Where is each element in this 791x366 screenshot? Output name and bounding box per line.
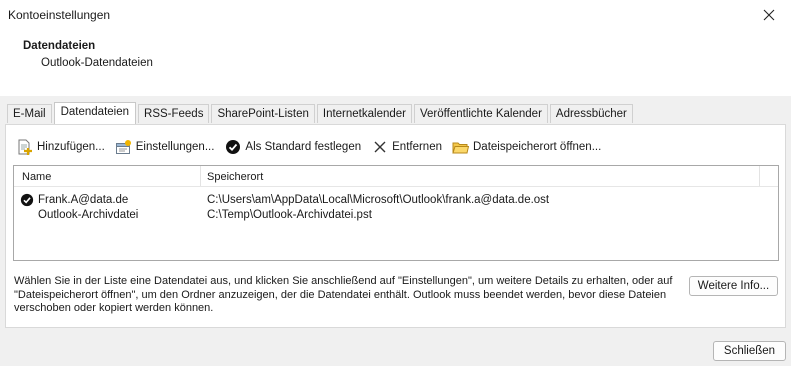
folder-icon — [452, 139, 469, 156]
file-name: Outlook-Archivdatei — [38, 209, 139, 221]
remove-button-label: Entfernen — [392, 141, 442, 153]
description-text: Wählen Sie in der Liste eine Datendatei … — [14, 275, 673, 314]
list-item[interactable]: Frank.A@data.de C:\Users\am\AppData\Loca… — [14, 193, 778, 208]
open-location-button-label: Dateispeicherort öffnen... — [473, 141, 602, 153]
file-name: Frank.A@data.de — [38, 194, 129, 206]
tab-internetkalender[interactable]: Internetkalender — [316, 104, 412, 123]
add-file-icon — [16, 139, 33, 156]
list-item[interactable]: Outlook-Archivdatei C:\Temp\Outlook-Arch… — [14, 208, 778, 223]
set-default-button[interactable]: Als Standard festlegen — [224, 139, 361, 156]
column-header-name[interactable]: Name — [22, 171, 51, 183]
tab-datendateien[interactable]: Datendateien — [53, 102, 137, 124]
add-button-label: Hinzufügen... — [37, 141, 105, 153]
list-header: Name Speicherort — [14, 166, 778, 187]
add-button[interactable]: Hinzufügen... — [16, 139, 105, 156]
tab-veroeffentlichte-kalender[interactable]: Veröffentlichte Kalender — [414, 104, 548, 123]
toolbar: Hinzufügen... Einstellungen... Als Stand… — [16, 137, 611, 157]
close-window-button[interactable] — [747, 0, 791, 30]
column-divider[interactable] — [759, 166, 760, 186]
more-info-button[interactable]: Weitere Info... — [689, 276, 778, 296]
open-location-button[interactable]: Dateispeicherort öffnen... — [452, 139, 601, 156]
tab-email[interactable]: E-Mail — [7, 104, 52, 123]
settings-button-label: Einstellungen... — [135, 141, 215, 153]
close-icon — [763, 9, 775, 21]
header-subtitle: Outlook-Datendateien — [41, 57, 153, 69]
remove-x-icon — [371, 139, 388, 156]
file-location: C:\Users\am\AppData\Local\Microsoft\Outl… — [207, 194, 550, 206]
window-title: Kontoeinstellungen — [8, 8, 111, 22]
tab-adressbuecher[interactable]: Adressbücher — [549, 104, 633, 123]
column-divider[interactable] — [200, 166, 201, 186]
tab-strip: E-Mail Datendateien RSS-Feeds SharePoint… — [7, 102, 635, 124]
default-check-icon — [20, 193, 34, 207]
settings-icon — [115, 139, 132, 156]
check-circle-icon — [224, 139, 241, 156]
data-file-list[interactable]: Name Speicherort Frank.A@data.de C:\User… — [13, 165, 779, 261]
tab-sharepoint-listen[interactable]: SharePoint-Listen — [211, 104, 315, 123]
dialog-header: Datendateien Outlook-Datendateien — [0, 30, 791, 96]
tab-rss-feeds[interactable]: RSS-Feeds — [138, 104, 210, 123]
file-location: C:\Temp\Outlook-Archivdatei.pst — [207, 209, 372, 221]
column-header-location[interactable]: Speicherort — [207, 171, 263, 183]
remove-button[interactable]: Entfernen — [371, 139, 442, 156]
settings-button[interactable]: Einstellungen... — [115, 139, 215, 156]
title-bar: Kontoeinstellungen — [0, 0, 791, 30]
tab-panel-datendateien: Hinzufügen... Einstellungen... Als Stand… — [5, 124, 786, 328]
set-default-button-label: Als Standard festlegen — [245, 141, 362, 153]
header-title: Datendateien — [23, 40, 96, 52]
close-button[interactable]: Schließen — [713, 341, 786, 361]
